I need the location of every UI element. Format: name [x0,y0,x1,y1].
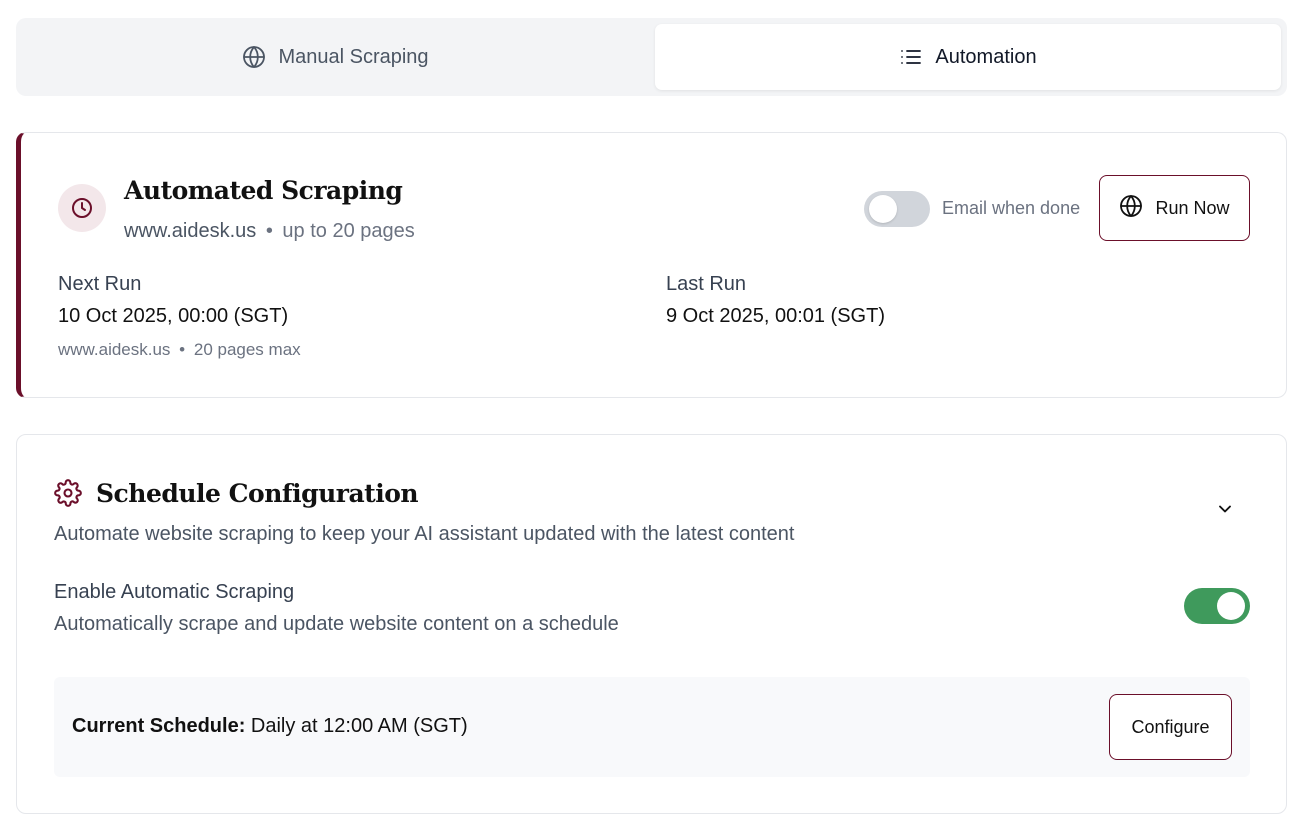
current-schedule-value: Daily at 12:00 AM (SGT) [250,715,468,737]
next-run-note: www.aidesk.us • 20 pages max [58,340,301,360]
enable-automatic-scraping-label: Enable Automatic Scraping [54,581,295,603]
gear-icon [54,479,82,512]
run-now-label: Run Now [1155,197,1230,218]
separator-dot: • [265,220,273,242]
enable-automatic-scraping-desc: Automatically scrape and update website … [54,613,619,635]
enable-automatic-scraping-toggle[interactable] [1184,588,1250,624]
automated-scraping-title: Automated Scraping [124,176,403,205]
status-site: www.aidesk.us [124,220,257,242]
schedule-configuration-title: Schedule Configuration [96,479,419,508]
email-when-done-toggle[interactable] [864,191,930,227]
clock-icon [58,184,106,232]
current-schedule-label: Current Schedule: [72,715,246,737]
last-run-value: 9 Oct 2025, 00:01 (SGT) [666,305,885,327]
chevron-down-icon[interactable] [1215,499,1235,524]
list-icon [899,45,923,69]
next-run-value: 10 Oct 2025, 00:00 (SGT) [58,305,289,327]
tab-manual-scraping[interactable]: Manual Scraping [22,24,649,90]
tab-manual-label: Manual Scraping [278,45,429,68]
separator-dot: • [179,340,186,359]
next-run-note-pages: 20 pages max [193,340,301,359]
tab-automation[interactable]: Automation [655,24,1281,90]
schedule-description: Automate website scraping to keep your A… [54,523,795,545]
status-subtitle: www.aidesk.us • up to 20 pages [124,220,415,243]
schedule-configuration-card: Schedule Configuration Automate website … [16,434,1287,814]
toggle-knob [1217,592,1245,620]
current-schedule-box: Current Schedule: Daily at 12:00 AM (SGT… [54,677,1250,777]
configure-button[interactable]: Configure [1109,694,1232,760]
next-run-label: Next Run [58,273,142,295]
globe-icon [1119,194,1143,223]
last-run-label: Last Run [666,273,747,295]
toggle-knob [869,195,897,223]
globe-icon [242,45,266,69]
tab-bar: Manual Scraping Automation [16,18,1287,96]
next-run-note-site: www.aidesk.us [58,340,171,359]
current-schedule-text: Current Schedule: Daily at 12:00 AM (SGT… [72,715,468,738]
status-pages: up to 20 pages [282,220,415,242]
tab-automation-label: Automation [935,45,1037,68]
email-when-done-label: Email when done [942,198,1081,218]
run-now-button[interactable]: Run Now [1099,175,1250,241]
automated-scraping-card: Automated Scraping www.aidesk.us • up to… [16,132,1287,398]
